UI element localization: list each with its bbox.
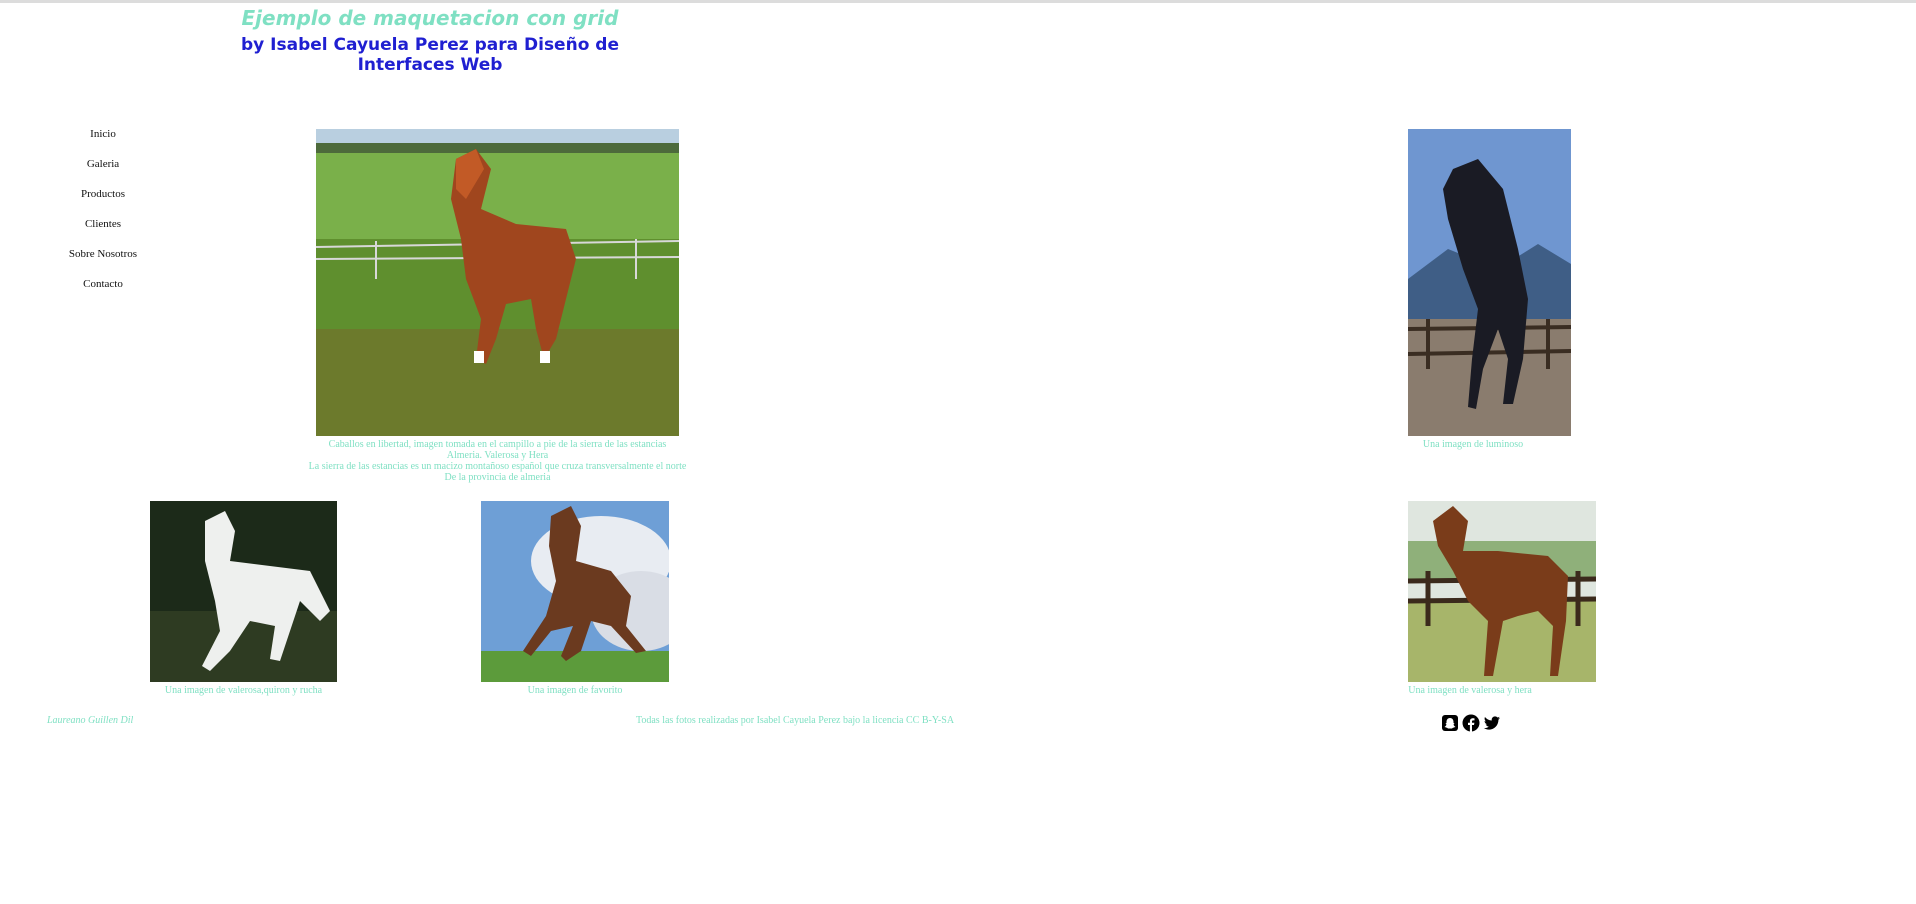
snapchat-icon[interactable] (1441, 714, 1459, 732)
main-caption-line-2: Almeria. Valerosa y Hera (446, 450, 549, 461)
social-links (1441, 714, 1501, 732)
caption-bay-horse: Una imagen de valerosa y hera (1408, 685, 1532, 696)
top-border (0, 0, 1916, 3)
nav-item-contacto[interactable]: Contacto (54, 276, 152, 306)
photo-black-rearing-horse (1408, 129, 1571, 436)
nav-item-productos[interactable]: Productos (54, 186, 152, 216)
main-caption-line-1: Caballos en libertad, imagen tomada en e… (328, 439, 667, 450)
nav-item-sobre-nosotros[interactable]: Sobre Nosotros (54, 246, 152, 276)
main-caption-line-3: La sierra de las estancias es un macizo … (308, 461, 687, 472)
photo-white-horse (150, 501, 337, 682)
twitter-icon[interactable] (1483, 714, 1501, 732)
nav-item-galeria[interactable]: Galeria (54, 156, 152, 186)
caption-white-horse: Una imagen de valerosa,quiron y rucha (164, 685, 323, 696)
caption-black-horse: Una imagen de luminoso (1422, 439, 1524, 450)
page-title: Ejemplo de maquetacion con grid (241, 6, 619, 30)
main-photo-caption: Caballos en libertad, imagen tomada en e… (306, 439, 689, 483)
caption-running-horse: Una imagen de favorito (527, 685, 623, 696)
footer-license: Todas las fotos realizadas por Isabel Ca… (635, 715, 955, 726)
footer-author: Laureano Guillen Dil (47, 715, 134, 726)
nav-item-clientes[interactable]: Clientes (54, 216, 152, 246)
photo-running-horse (481, 501, 669, 682)
nav-item-inicio[interactable]: Inicio (54, 126, 152, 156)
main-caption-line-4: De la provincia de almeria (444, 472, 551, 483)
photo-chestnut-horse-meadow (316, 129, 679, 436)
photo-bay-horse-fence (1408, 501, 1596, 682)
page-subtitle: by Isabel Cayuela Perez para Diseño de I… (240, 35, 619, 75)
facebook-icon[interactable] (1462, 714, 1480, 732)
sidebar-nav: Inicio Galeria Productos Clientes Sobre … (54, 126, 152, 306)
